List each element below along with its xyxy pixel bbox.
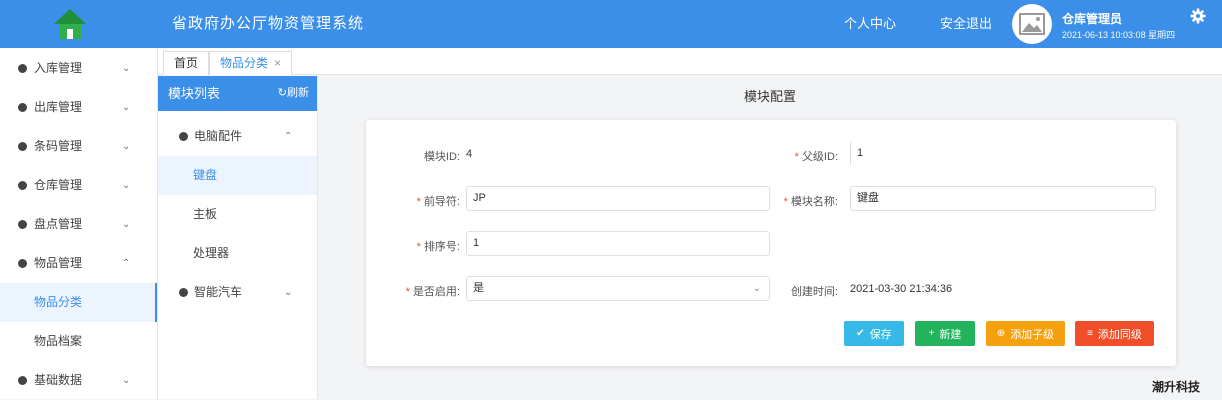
save-button[interactable]: ✔ 保存 <box>844 321 904 346</box>
parent-id-label: * 父级ID: <box>794 151 838 163</box>
plus-icon: + <box>928 328 935 339</box>
sidebar-item-basic-data[interactable]: 基础数据 ⌄ <box>0 361 157 400</box>
chevron-down-icon: ⌄ <box>122 375 131 386</box>
chevron-down-icon: ⌄ <box>122 219 131 230</box>
parent-id-field[interactable]: 1 <box>850 141 1156 166</box>
chevron-up-icon: ⌃ <box>284 131 293 142</box>
gear-icon <box>18 376 27 385</box>
tree-leaf-processor[interactable]: 处理器 <box>158 234 317 273</box>
chevron-down-icon: ⌄ <box>122 63 131 74</box>
sidebar-item-goods[interactable]: 物品管理 ⌃ <box>0 244 157 283</box>
add-peer-button[interactable]: ≡ 添加同级 <box>1075 321 1154 346</box>
brand-watermark: 潮升科技 <box>1152 380 1201 394</box>
tree-group-smart-car[interactable]: 智能汽车 ⌄ <box>158 273 317 312</box>
created-label: 创建时间: <box>790 286 838 298</box>
chevron-down-icon: ⌄ <box>752 283 761 294</box>
module-id-label: 模块ID: <box>423 151 460 163</box>
add-peer-icon: ≡ <box>1087 328 1093 339</box>
sidebar-subitem-goods-archive[interactable]: 物品档案 <box>0 322 157 361</box>
gear-icon <box>18 220 27 229</box>
refresh-icon: ↻ <box>277 87 287 99</box>
chevron-up-icon: ⌃ <box>122 258 131 269</box>
sort-label: * 排序号: <box>416 241 460 253</box>
sort-input[interactable]: 1 <box>466 231 770 256</box>
tab-bar: 首页 物品分类 × <box>158 48 1222 75</box>
page-title: 模块配置 <box>743 89 796 104</box>
gear-icon <box>18 259 27 268</box>
logout-link[interactable]: 安全退出 <box>940 0 992 48</box>
chevron-down-icon: ⌄ <box>122 180 131 191</box>
module-name-label: * 模块名称: <box>783 196 838 208</box>
gear-icon <box>18 181 27 190</box>
sidebar-item-warehouse[interactable]: 仓库管理 ⌄ <box>0 166 157 205</box>
gear-icon <box>18 64 27 73</box>
check-circle-icon: ✔ <box>856 328 865 339</box>
app-title: 省政府办公厅物资管理系统 <box>172 15 365 32</box>
enabled-select[interactable]: 是 ⌄ <box>466 276 770 301</box>
sidebar-subitem-goods-category[interactable]: 物品分类 <box>0 283 157 322</box>
tree-leaf-keyboard[interactable]: 键盘 <box>158 156 317 195</box>
user-role: 仓库管理员 <box>1062 12 1123 26</box>
new-button[interactable]: + 新建 <box>915 321 975 346</box>
module-list-header: 模块列表 ↻刷新 <box>158 76 317 111</box>
gear-icon <box>18 142 27 151</box>
gear-icon <box>179 288 188 297</box>
prefix-input[interactable]: JP <box>466 186 770 211</box>
add-child-button[interactable]: ⊕ 添加子级 <box>986 321 1065 346</box>
module-list-title: 模块列表 <box>168 86 221 101</box>
current-datetime: 2021-06-13 10:03:08 星期四 <box>1062 30 1176 40</box>
created-value: 2021-03-30 21:34:36 <box>850 283 953 295</box>
sidebar: 入库管理 ⌄ 出库管理 ⌄ 条码管理 ⌄ 仓库管理 ⌄ 盘点管理 ⌄ 物品管理 ⌃ 物品分类… <box>0 48 158 399</box>
top-bar: 省政府办公厅物资管理系统 个人中心 安全退出 仓库管理员 2021-06-13 … <box>0 0 1222 48</box>
gear-icon[interactable] <box>1190 8 1206 24</box>
add-circle-icon: ⊕ <box>996 328 1006 339</box>
gear-icon <box>18 103 27 112</box>
module-config-card: 模块ID: 4 * 父级ID: 1 * 前导符: JP * 模块名称: 键盘 *… <box>366 120 1176 366</box>
chevron-down-icon: ⌄ <box>122 102 131 113</box>
close-icon[interactable]: × <box>274 56 281 70</box>
sidebar-item-outbound[interactable]: 出库管理 ⌄ <box>0 88 157 127</box>
sidebar-item-barcode[interactable]: 条码管理 ⌄ <box>0 127 157 166</box>
tree-leaf-motherboard[interactable]: 主板 <box>158 195 317 234</box>
refresh-button[interactable]: ↻刷新 <box>278 76 309 111</box>
chevron-down-icon: ⌄ <box>284 287 293 298</box>
image-icon <box>1019 13 1045 35</box>
tab-home[interactable]: 首页 <box>163 51 210 75</box>
sidebar-item-inventory[interactable]: 盘点管理 ⌄ <box>0 205 157 244</box>
house-logo-icon[interactable] <box>0 0 140 48</box>
sidebar-item-inbound[interactable]: 入库管理 ⌄ <box>0 49 157 88</box>
gear-icon <box>179 132 188 141</box>
module-id-value: 4 <box>466 148 473 160</box>
tab-goods-category[interactable]: 物品分类 × <box>209 51 293 75</box>
avatar[interactable] <box>1012 4 1052 44</box>
module-name-input[interactable]: 键盘 <box>850 186 1156 211</box>
prefix-label: * 前导符: <box>416 196 460 208</box>
personal-center-link[interactable]: 个人中心 <box>844 0 896 48</box>
tree-group-computer-parts[interactable]: 电脑配件 ⌃ <box>158 117 317 156</box>
enabled-label: * 是否启用: <box>405 286 460 298</box>
chevron-down-icon: ⌄ <box>122 141 131 152</box>
module-list-panel: 模块列表 ↻刷新 电脑配件 ⌃ 键盘 主板 处理器 智能汽车 ⌄ <box>158 76 318 399</box>
